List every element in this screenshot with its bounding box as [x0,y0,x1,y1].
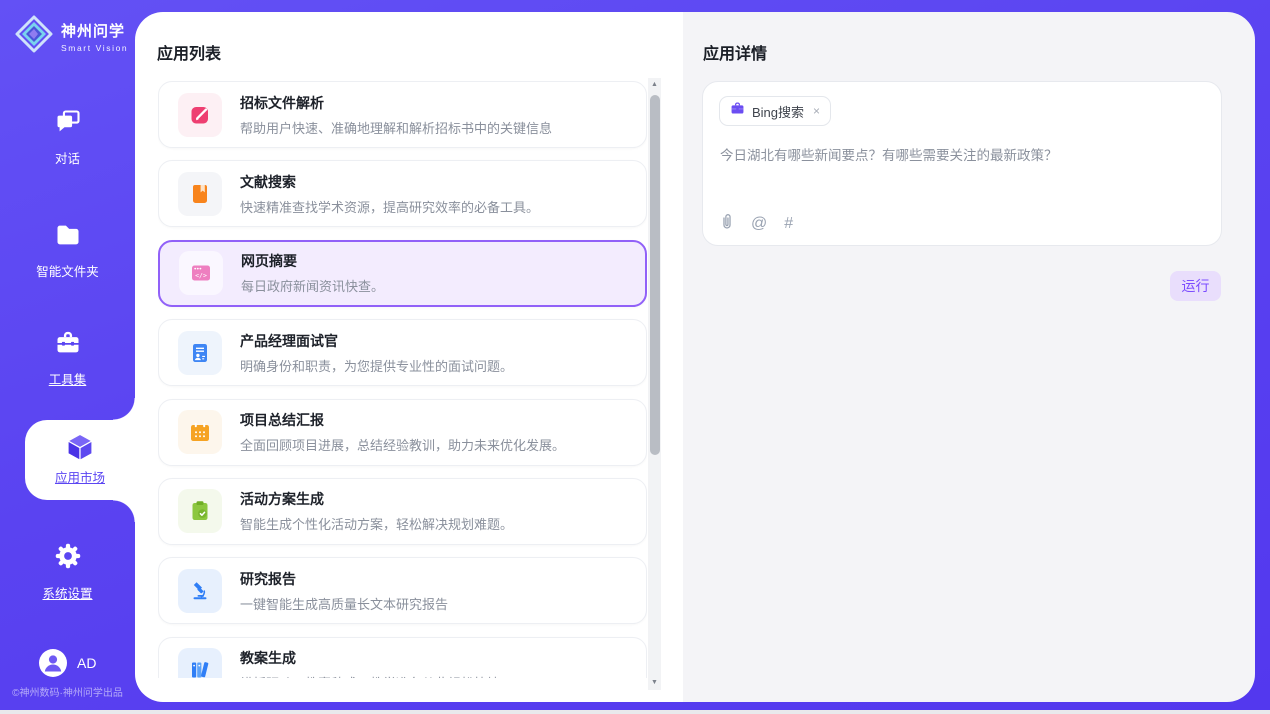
sidebar-item-smart-folder[interactable]: 智能文件夹 [0,221,135,281]
tender-doc-icon [178,93,222,137]
sidebar-item-toolset[interactable]: 工具集 [0,329,135,389]
sidebar-item-settings[interactable]: 系统设置 [0,541,135,603]
toolbox-icon [0,329,135,362]
svg-text:</>: </> [195,272,207,280]
app-card-title: 项目总结汇报 [240,410,565,430]
app-detail-panel: 应用详情 Bing搜索 × 今日湖北有哪些新闻要点？有哪些需要关注的最新政策？ [683,12,1255,702]
resume-icon [178,331,222,375]
folder-icon [0,221,135,254]
app-window: 神州问学 Smart Vision 对话 智能文件夹 [0,0,1270,714]
sidebar-item-label: 智能文件夹 [36,265,99,279]
app-card-pm-interviewer[interactable]: 产品经理面试官 明确身份和职责，为您提供专业性的面试问题。 [158,319,647,386]
app-card-desc: 一键智能生成高质量长文本研究报告 [240,594,448,613]
app-card-title: 教案生成 [240,648,500,668]
sidebar-item-label: 系统设置 [42,587,92,601]
scroll-down-icon[interactable]: ▼ [648,676,661,690]
app-card-tender-parse[interactable]: 招标文件解析 帮助用户快速、准确地理解和解析招标书中的关键信息 [158,81,647,148]
calendar-icon [178,410,222,454]
brand-name: 神州问学 [61,20,128,41]
tag-close-icon[interactable]: × [813,104,820,118]
tool-tag-label: Bing搜索 [752,102,804,121]
briefcase-icon [730,101,745,121]
app-card-title: 文献搜索 [240,172,539,192]
hash-icon[interactable]: # [784,215,793,233]
sidebar-item-label: 对话 [55,152,80,166]
user-account[interactable]: AD [39,649,96,677]
microscope-icon [178,569,222,613]
mention-icon[interactable]: @ [751,215,767,233]
sidebar: 神州问学 Smart Vision 对话 智能文件夹 [0,0,135,710]
app-card-title: 网页摘要 [241,251,384,271]
app-card-activity-plan[interactable]: 活动方案生成 智能生成个性化活动方案，轻松解决规划难题。 [158,478,647,545]
brand-subtitle: Smart Vision [61,43,128,53]
sidebar-item-label: 应用市场 [25,467,135,486]
app-list-panel: 应用列表 招标文件解析 帮助用户快速、准确地理解和解析招标书中的关键信息 [135,12,683,702]
app-card-title: 招标文件解析 [240,93,552,113]
copyright-text: ©神州数码·神州问学出品 [0,684,135,699]
person-icon [39,649,67,677]
clipboard-check-icon [178,489,222,533]
app-card-desc: 快速精准查找学术资源，提高研究效率的必备工具。 [240,197,539,216]
scroll-up-icon[interactable]: ▲ [648,78,661,92]
app-card-title: 研究报告 [240,569,448,589]
diamond-logo-icon [14,14,54,59]
question-text[interactable]: 今日湖北有哪些新闻要点？有哪些需要关注的最新政策？ [720,146,1200,165]
user-name: AD [77,655,96,671]
app-card-web-summary[interactable]: </> 网页摘要 每日政府新闻资讯快查。 [158,240,647,307]
app-card-desc: 模板驱动，教案秒成，教学准备从此轻松快捷 [240,673,500,678]
cube-icon [64,431,96,468]
prompt-input-card: Bing搜索 × 今日湖北有哪些新闻要点？有哪些需要关注的最新政策？ @ # [702,81,1222,246]
sidebar-item-chat[interactable]: 对话 [0,108,135,168]
app-detail-title: 应用详情 [703,40,767,64]
book-icon [178,172,222,216]
composer-toolbar: @ # [720,212,793,236]
app-card-desc: 全面回顾项目进展，总结经验教训，助力未来优化发展。 [240,435,565,454]
app-list: 招标文件解析 帮助用户快速、准确地理解和解析招标书中的关键信息 文献搜索 快速精… [158,81,647,678]
scroll-thumb[interactable] [650,95,660,455]
paperclip-icon[interactable] [720,212,734,236]
list-scrollbar[interactable]: ▲ ▼ [648,78,661,690]
app-card-title: 产品经理面试官 [240,331,513,351]
web-window-icon: </> [179,251,223,295]
app-card-desc: 明确身份和职责，为您提供专业性的面试问题。 [240,356,513,375]
tool-tag-bing-search[interactable]: Bing搜索 × [719,96,831,126]
app-card-desc: 帮助用户快速、准确地理解和解析招标书中的关键信息 [240,118,552,137]
chat-icon [0,108,135,141]
books-icon [178,648,222,678]
app-card-research-report[interactable]: 研究报告 一键智能生成高质量长文本研究报告 [158,557,647,624]
app-card-lesson-plan[interactable]: 教案生成 模板驱动，教案秒成，教学准备从此轻松快捷 [158,637,647,678]
sidebar-item-label: 工具集 [49,373,87,387]
user-avatar[interactable] [39,649,67,677]
sidebar-item-app-market[interactable]: 应用市场 [25,420,135,500]
run-button[interactable]: 运行 [1170,271,1221,301]
brand-logo: 神州问学 Smart Vision [14,14,128,59]
app-card-desc: 智能生成个性化活动方案，轻松解决规划难题。 [240,514,513,533]
app-card-literature-search[interactable]: 文献搜索 快速精准查找学术资源，提高研究效率的必备工具。 [158,160,647,227]
app-card-desc: 每日政府新闻资讯快查。 [241,276,384,295]
app-list-title: 应用列表 [157,40,221,64]
app-card-title: 活动方案生成 [240,489,513,509]
app-card-project-summary[interactable]: 项目总结汇报 全面回顾项目进展，总结经验教训，助力未来优化发展。 [158,399,647,466]
gear-icon [0,541,135,576]
